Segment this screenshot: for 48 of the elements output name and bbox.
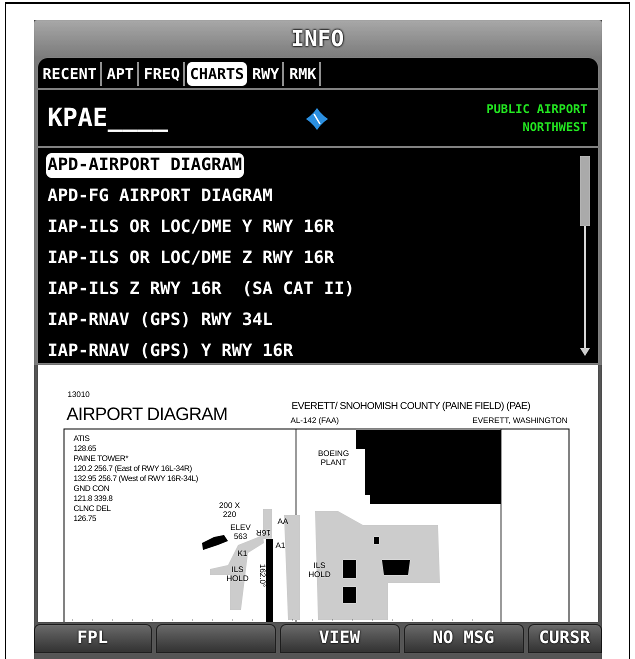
tab[interactable]: RECENT: [40, 62, 102, 86]
airport-location: EVERETT, WASHINGTON: [472, 415, 568, 427]
frequency-line: 132.95 256.7 (West of RWY 16R-34L): [74, 474, 198, 483]
airport-name: EVERETT/ SNOHOMISH COUNTY (PAINE FIELD) (PAE): [292, 400, 530, 414]
frequency-line: 126.75: [74, 514, 96, 523]
frequency-line: 121.8 339.8: [74, 494, 112, 503]
chart-list-item[interactable]: APD-AIRPORT DIAGRAM: [46, 152, 244, 178]
blank-softkey[interactable]: [156, 624, 276, 653]
chart-list-item[interactable]: APD-FG AIRPORT DIAGRAM: [46, 184, 275, 210]
frequency-line: CLNC DEL: [74, 504, 111, 513]
airport-region: NORTHWEST: [522, 119, 588, 136]
softkey[interactable]: NO MSG: [404, 624, 524, 653]
chart-number: 13010: [68, 389, 90, 401]
frequency-line: ATIS: [74, 434, 90, 443]
tab[interactable]: RWY: [249, 62, 284, 86]
frequency-line: 120.2 256.7 (East of RWY 16L-34R): [74, 464, 192, 473]
airport-identifier: KPAE____: [48, 102, 168, 134]
map-label: 200 X 220: [218, 501, 241, 519]
chart-list-item[interactable]: IAP-RNAV (GPS) RWY 34L: [46, 308, 275, 334]
map-label: 16R: [256, 528, 270, 537]
map-label: BOEING PLANT: [316, 449, 350, 467]
frequency-line: 128.65: [74, 444, 96, 453]
map-label: 162.0°: [258, 564, 267, 588]
map-label: ILS HOLD: [307, 561, 332, 579]
map-label: ELEV 563: [230, 523, 252, 541]
tab[interactable]: RMK: [286, 62, 322, 86]
softkey[interactable]: FPL: [34, 624, 152, 653]
tab[interactable]: FREQ: [140, 62, 185, 86]
chart-list-item[interactable]: IAP-ILS OR LOC/DME Y RWY 16R: [46, 214, 336, 240]
softkey[interactable]: VIEW: [280, 624, 400, 653]
map-label: AA: [278, 517, 288, 526]
window-title: INFO: [291, 26, 344, 54]
airport-type: PUBLIC AIRPORT: [486, 101, 588, 118]
frequency-line: GND CON: [74, 484, 110, 493]
scrollbar-thumb: [580, 156, 590, 226]
chart-identifier: AL-142 (FAA): [290, 415, 339, 427]
frequency-line: PAINE TOWER*: [74, 454, 128, 463]
chart-list-item[interactable]: IAP-RNAV (GPS) Y RWY 16R: [46, 338, 296, 364]
chart-title: AIRPORT DIAGRAM: [66, 405, 228, 423]
map-label: K1: [238, 549, 248, 558]
tab[interactable]: APT: [104, 62, 139, 86]
chart-list-item[interactable]: IAP-ILS OR LOC/DME Z RWY 16R: [46, 246, 336, 272]
map-label: ILS HOLD: [225, 565, 250, 583]
compass-diamond-icon: [306, 108, 328, 130]
softkey[interactable]: CURSR: [528, 624, 602, 653]
chart-list-item[interactable]: IAP-ILS Z RWY 16R (SA CAT II): [46, 276, 357, 302]
map-label: A1: [276, 541, 286, 550]
tab[interactable]: CHARTS: [186, 62, 248, 86]
